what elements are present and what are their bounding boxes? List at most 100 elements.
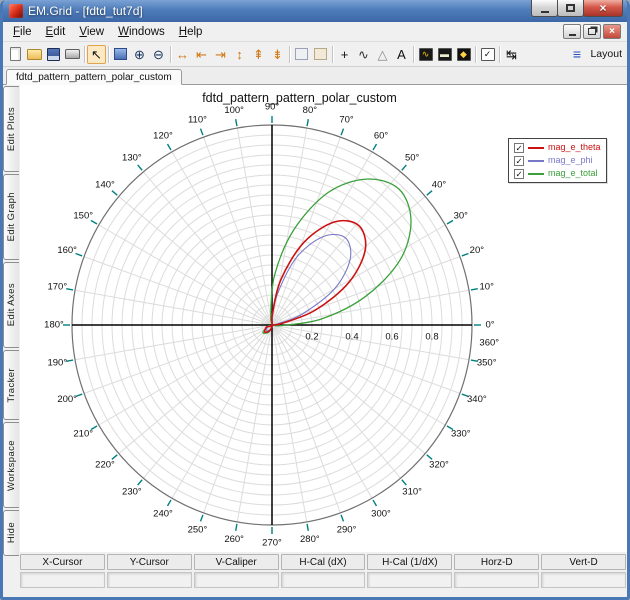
open-file-icon[interactable] bbox=[25, 45, 44, 64]
plot-style-bands-icon[interactable]: ▬ bbox=[435, 45, 454, 64]
maximize-icon bbox=[566, 4, 575, 12]
cursor-value-cell bbox=[281, 572, 366, 588]
cursor-value-cell bbox=[367, 572, 452, 588]
menu-file[interactable]: File bbox=[6, 24, 39, 40]
plot-title: fdtd_pattern_pattern_polar_custom bbox=[20, 91, 579, 105]
mdi-close-button[interactable]: × bbox=[603, 24, 621, 39]
plot-style-wave-icon[interactable]: ∿ bbox=[416, 45, 435, 64]
maximize-button[interactable] bbox=[557, 0, 584, 17]
toolbar: ↖⊕⊖↔⇤⇥↕⇞⇟+∿△A∿▬◆✓↹ ≡Layout bbox=[3, 42, 627, 67]
side-tab-edit-graph[interactable]: Edit Graph bbox=[3, 174, 19, 260]
zoom-out-icon[interactable]: ⊖ bbox=[149, 45, 168, 64]
side-tab-edit-plots[interactable]: Edit Plots bbox=[3, 86, 19, 172]
measure-horizontal-icon[interactable]: ↹ bbox=[502, 45, 521, 64]
menu-bar-items: FileEditViewWindowsHelp bbox=[6, 24, 209, 40]
svg-text:200°: 200° bbox=[57, 394, 77, 405]
svg-text:130°: 130° bbox=[122, 153, 142, 164]
shift-right-icon[interactable]: ⇥ bbox=[211, 45, 230, 64]
legend-item: ✓ mag_e_total bbox=[514, 168, 601, 179]
menu-view[interactable]: View bbox=[72, 24, 111, 40]
svg-text:160°: 160° bbox=[57, 245, 77, 256]
refresh-plot-glyph bbox=[114, 48, 127, 60]
polygon-tool-glyph: △ bbox=[378, 48, 388, 61]
mdi-minimize-button[interactable] bbox=[563, 24, 581, 39]
minimize-button[interactable] bbox=[531, 0, 558, 17]
toolbar-separator bbox=[289, 46, 290, 63]
svg-text:270°: 270° bbox=[262, 538, 282, 549]
svg-text:210°: 210° bbox=[73, 429, 93, 440]
svg-text:260°: 260° bbox=[224, 534, 244, 545]
side-tab-workspace[interactable]: Workspace bbox=[3, 422, 19, 508]
side-tab-edit-axes[interactable]: Edit Axes bbox=[3, 262, 19, 348]
refresh-plot-icon[interactable] bbox=[111, 45, 130, 64]
zoom-in-icon[interactable]: ⊕ bbox=[130, 45, 149, 64]
toolbar-main: ↖⊕⊖↔⇤⇥↕⇞⇟+∿△A∿▬◆✓↹ bbox=[6, 45, 565, 64]
page-up-glyph: ⇞ bbox=[253, 48, 264, 61]
svg-text:80°: 80° bbox=[303, 105, 318, 116]
plot-style-bands-glyph: ▬ bbox=[438, 48, 452, 61]
cursor-value-cell bbox=[107, 572, 192, 588]
edit-curve-icon[interactable]: ∿ bbox=[354, 45, 373, 64]
toolbar-separator bbox=[84, 46, 85, 63]
region-select-icon[interactable] bbox=[292, 45, 311, 64]
side-tab-hide[interactable]: Hide bbox=[3, 510, 19, 556]
legend-checkbox[interactable]: ✓ bbox=[514, 143, 524, 153]
side-tab-strip: Edit Plots Edit Graph Edit Axes Tracker Work… bbox=[3, 85, 20, 552]
print-icon[interactable] bbox=[63, 45, 82, 64]
expand-x-glyph: ↔ bbox=[176, 48, 189, 61]
polygon-tool-icon[interactable]: △ bbox=[373, 45, 392, 64]
expand-x-icon[interactable]: ↔ bbox=[173, 45, 192, 64]
toggle-markers-icon[interactable]: ✓ bbox=[478, 45, 497, 64]
plot-style-wave-glyph: ∿ bbox=[419, 48, 433, 61]
shift-left-icon[interactable]: ⇤ bbox=[192, 45, 211, 64]
svg-text:0°: 0° bbox=[485, 320, 494, 331]
toggle-markers-glyph: ✓ bbox=[481, 48, 495, 61]
plot-area: fdtd_pattern_pattern_polar_custom 0° 10° 2… bbox=[20, 85, 627, 552]
region-zoom-icon[interactable] bbox=[311, 45, 330, 64]
side-tab-label: Edit Axes bbox=[6, 283, 17, 326]
menu-bar: FileEditViewWindowsHelp × bbox=[3, 22, 627, 42]
menu-help[interactable]: Help bbox=[172, 24, 210, 40]
legend-item: ✓mag_e_theta bbox=[514, 142, 601, 153]
layout-toggle-glyph: ≡ bbox=[573, 47, 581, 61]
app-logo-icon bbox=[9, 4, 23, 18]
toolbar-separator bbox=[413, 46, 414, 63]
mdi-restore-button[interactable] bbox=[583, 24, 601, 39]
legend-checkbox[interactable]: ✓ bbox=[514, 156, 524, 166]
legend-checkbox[interactable]: ✓ bbox=[514, 169, 524, 179]
page-down-icon[interactable]: ⇟ bbox=[268, 45, 287, 64]
cursor-header-cell: H-Cal (dX) bbox=[281, 554, 366, 570]
document-tab[interactable]: fdtd_pattern_pattern_polar_custom bbox=[6, 69, 182, 85]
close-button[interactable]: × bbox=[583, 0, 623, 17]
svg-text:100°: 100° bbox=[224, 105, 244, 116]
page-up-icon[interactable]: ⇞ bbox=[249, 45, 268, 64]
svg-text:150°: 150° bbox=[73, 211, 93, 222]
mdi-close-icon: × bbox=[609, 26, 615, 37]
plot-style-diamond-icon[interactable]: ◆ bbox=[454, 45, 473, 64]
title-bar[interactable]: EM.Grid - [fdtd_tut7d] × bbox=[3, 0, 627, 22]
legend-label: mag_e_total bbox=[548, 168, 598, 179]
cursor-header-cell: Horz-D bbox=[454, 554, 539, 570]
menu-edit[interactable]: Edit bbox=[39, 24, 73, 40]
new-document-icon[interactable] bbox=[6, 45, 25, 64]
save-icon[interactable] bbox=[44, 45, 63, 64]
text-tool-icon[interactable]: A bbox=[392, 45, 411, 64]
svg-text:290°: 290° bbox=[337, 524, 357, 535]
svg-text:350°: 350° bbox=[477, 357, 497, 368]
plot-style-diamond-glyph: ◆ bbox=[457, 48, 471, 61]
svg-text:310°: 310° bbox=[402, 486, 422, 497]
menu-windows[interactable]: Windows bbox=[111, 24, 172, 40]
shift-right-glyph: ⇥ bbox=[215, 48, 226, 61]
close-icon: × bbox=[599, 1, 606, 15]
svg-text:70°: 70° bbox=[339, 115, 354, 126]
side-tab-tracker[interactable]: Tracker bbox=[3, 350, 19, 420]
add-marker-icon[interactable]: + bbox=[335, 45, 354, 64]
select-cursor-icon[interactable]: ↖ bbox=[87, 45, 106, 64]
layout-toggle-icon[interactable]: ≡ bbox=[567, 45, 586, 64]
region-zoom-glyph bbox=[314, 48, 327, 60]
expand-y-icon[interactable]: ↕ bbox=[230, 45, 249, 64]
svg-text:50°: 50° bbox=[405, 153, 420, 164]
window-controls: × bbox=[532, 0, 623, 17]
svg-text:10°: 10° bbox=[480, 282, 495, 293]
svg-text:230°: 230° bbox=[122, 486, 142, 497]
